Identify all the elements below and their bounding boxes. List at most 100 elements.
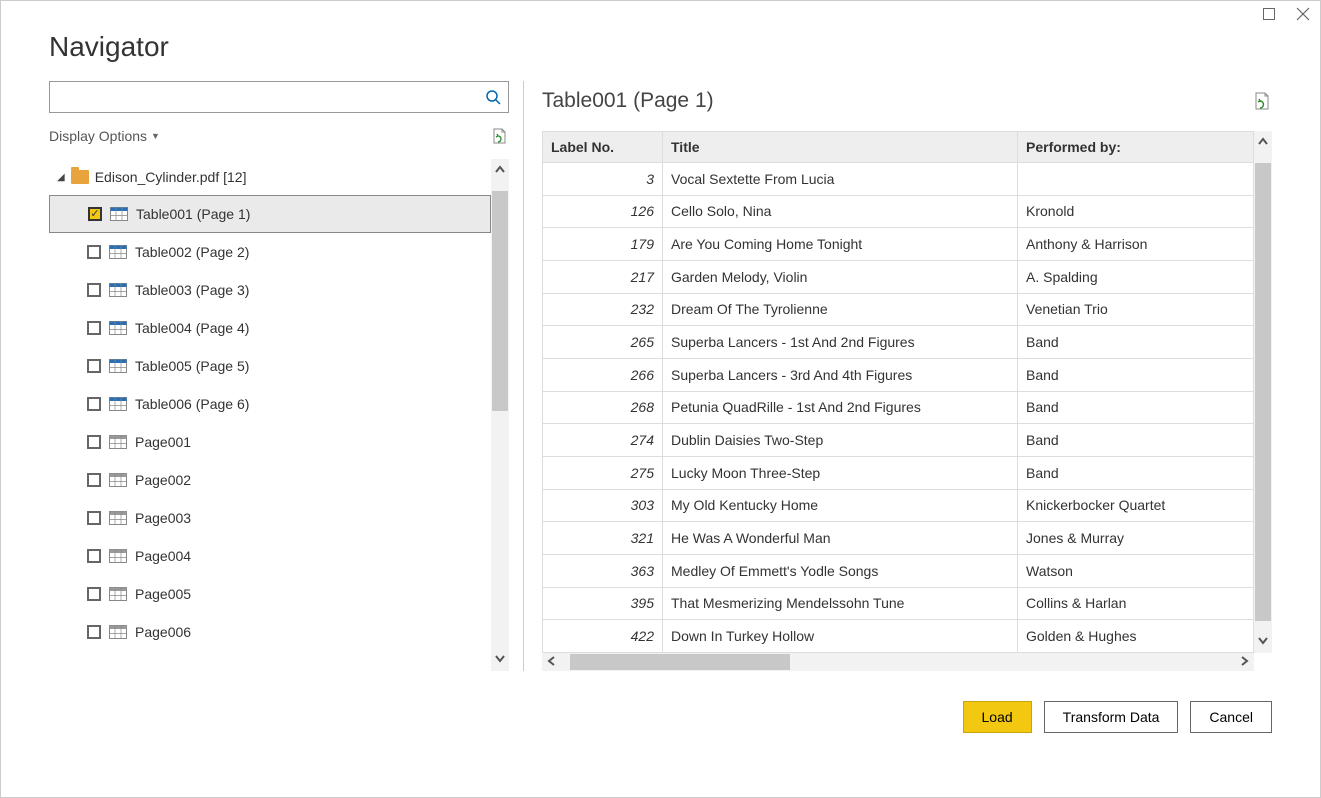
checkbox[interactable] (87, 511, 101, 525)
cell-performed-by: Anthony & Harrison (1018, 228, 1254, 261)
checkbox[interactable] (87, 283, 101, 297)
navigator-panel: Display Options ▼ ◢ Edison_Cylinder.pdf … (49, 81, 509, 671)
refresh-tree-icon[interactable] (491, 127, 509, 145)
cell-title: Vocal Sextette From Lucia (663, 163, 1018, 196)
tree-item-label: Table006 (Page 6) (135, 396, 249, 412)
cell-title: Superba Lancers - 3rd And 4th Figures (663, 358, 1018, 391)
cell-label-no: 395 (543, 587, 663, 620)
tree-item[interactable]: Page002 (49, 461, 491, 499)
scroll-thumb[interactable] (492, 191, 508, 411)
scroll-down-icon[interactable] (1257, 635, 1269, 649)
grid-horizontal-scrollbar[interactable] (542, 653, 1254, 671)
table-row[interactable]: 232Dream Of The TyrolienneVenetian Trio (543, 293, 1254, 326)
scroll-down-icon[interactable] (494, 653, 506, 667)
tree-item[interactable]: Table006 (Page 6) (49, 385, 491, 423)
page-icon (109, 625, 127, 639)
table-row[interactable]: 422Down In Turkey HollowGolden & Hughes (543, 620, 1254, 653)
cell-label-no: 422 (543, 620, 663, 653)
checkbox[interactable] (87, 321, 101, 335)
scroll-thumb[interactable] (1255, 163, 1271, 621)
cell-title: Dream Of The Tyrolienne (663, 293, 1018, 326)
cell-label-no: 232 (543, 293, 663, 326)
close-icon[interactable] (1295, 6, 1311, 22)
scroll-up-icon[interactable] (1257, 135, 1269, 149)
preview-title: Table001 (Page 1) (542, 89, 714, 113)
checkbox[interactable] (87, 435, 101, 449)
col-header-performed-by[interactable]: Performed by: (1018, 132, 1254, 163)
tree-item[interactable]: Page001 (49, 423, 491, 461)
cell-title: Dublin Daisies Two-Step (663, 424, 1018, 457)
preview-panel: Table001 (Page 1) Label No. Title Perfor… (542, 81, 1272, 671)
cancel-button[interactable]: Cancel (1190, 701, 1272, 733)
tree-item[interactable]: Page004 (49, 537, 491, 575)
scroll-left-icon[interactable] (546, 655, 556, 670)
scroll-right-icon[interactable] (1240, 655, 1250, 670)
display-options-dropdown[interactable]: Display Options ▼ (49, 128, 160, 144)
cell-performed-by: Band (1018, 391, 1254, 424)
checkbox[interactable] (87, 359, 101, 373)
checkbox[interactable] (87, 245, 101, 259)
table-row[interactable]: 321He Was A Wonderful ManJones & Murray (543, 522, 1254, 555)
search-icon[interactable] (478, 82, 508, 112)
table-header-row: Label No. Title Performed by: (543, 132, 1254, 163)
search-input[interactable] (50, 82, 478, 112)
grid-vertical-scrollbar[interactable] (1254, 131, 1272, 653)
table-row[interactable]: 303My Old Kentucky HomeKnickerbocker Qua… (543, 489, 1254, 522)
cell-title: Garden Melody, Violin (663, 260, 1018, 293)
page-icon (109, 435, 127, 449)
tree-root[interactable]: ◢ Edison_Cylinder.pdf [12] (49, 159, 491, 195)
refresh-preview-icon[interactable] (1252, 91, 1272, 111)
cell-performed-by: Watson (1018, 554, 1254, 587)
tree-item[interactable]: Table005 (Page 5) (49, 347, 491, 385)
cell-label-no: 179 (543, 228, 663, 261)
table-row[interactable]: 275Lucky Moon Three-StepBand (543, 456, 1254, 489)
scroll-up-icon[interactable] (494, 163, 506, 177)
col-header-label-no[interactable]: Label No. (543, 132, 663, 163)
page-icon (109, 587, 127, 601)
cell-performed-by: Band (1018, 358, 1254, 391)
tree-scrollbar[interactable] (491, 159, 509, 671)
tree-item-label: Table002 (Page 2) (135, 244, 249, 260)
transform-data-button[interactable]: Transform Data (1044, 701, 1179, 733)
tree-item[interactable]: Page006 (49, 613, 491, 651)
table-row[interactable]: 265Superba Lancers - 1st And 2nd Figures… (543, 326, 1254, 359)
checkbox[interactable] (87, 397, 101, 411)
cell-title: He Was A Wonderful Man (663, 522, 1018, 555)
table-row[interactable]: 274Dublin Daisies Two-StepBand (543, 424, 1254, 457)
scroll-thumb[interactable] (570, 654, 790, 670)
table-row[interactable]: 217Garden Melody, ViolinA. Spalding (543, 260, 1254, 293)
cell-label-no: 274 (543, 424, 663, 457)
panel-divider (523, 81, 524, 671)
checkbox[interactable] (87, 625, 101, 639)
cell-performed-by: Golden & Hughes (1018, 620, 1254, 653)
table-row[interactable]: 3Vocal Sextette From Lucia (543, 163, 1254, 196)
col-header-title[interactable]: Title (663, 132, 1018, 163)
table-row[interactable]: 363Medley Of Emmett's Yodle SongsWatson (543, 554, 1254, 587)
load-button[interactable]: Load (963, 701, 1032, 733)
cell-title: Medley Of Emmett's Yodle Songs (663, 554, 1018, 587)
cell-label-no: 303 (543, 489, 663, 522)
cell-label-no: 217 (543, 260, 663, 293)
tree-item[interactable]: ✓Table001 (Page 1) (49, 195, 491, 233)
tree-item[interactable]: Table003 (Page 3) (49, 271, 491, 309)
table-row[interactable]: 266Superba Lancers - 3rd And 4th Figures… (543, 358, 1254, 391)
table-row[interactable]: 126Cello Solo, NinaKronold (543, 195, 1254, 228)
tree-item[interactable]: Page003 (49, 499, 491, 537)
cell-performed-by: Jones & Murray (1018, 522, 1254, 555)
tree-item[interactable]: Page005 (49, 575, 491, 613)
checkbox[interactable] (87, 587, 101, 601)
page-title: Navigator (1, 1, 1320, 81)
maximize-icon[interactable] (1261, 6, 1277, 22)
preview-table: Label No. Title Performed by: 3Vocal Sex… (542, 131, 1254, 653)
checkbox[interactable] (87, 473, 101, 487)
collapse-caret-icon[interactable]: ◢ (57, 172, 65, 183)
cell-title: Are You Coming Home Tonight (663, 228, 1018, 261)
cell-performed-by: Kronold (1018, 195, 1254, 228)
table-row[interactable]: 268Petunia QuadRille - 1st And 2nd Figur… (543, 391, 1254, 424)
table-row[interactable]: 395That Mesmerizing Mendelssohn TuneColl… (543, 587, 1254, 620)
tree-item[interactable]: Table002 (Page 2) (49, 233, 491, 271)
table-row[interactable]: 179Are You Coming Home TonightAnthony & … (543, 228, 1254, 261)
checkbox[interactable]: ✓ (88, 207, 102, 221)
checkbox[interactable] (87, 549, 101, 563)
tree-item[interactable]: Table004 (Page 4) (49, 309, 491, 347)
